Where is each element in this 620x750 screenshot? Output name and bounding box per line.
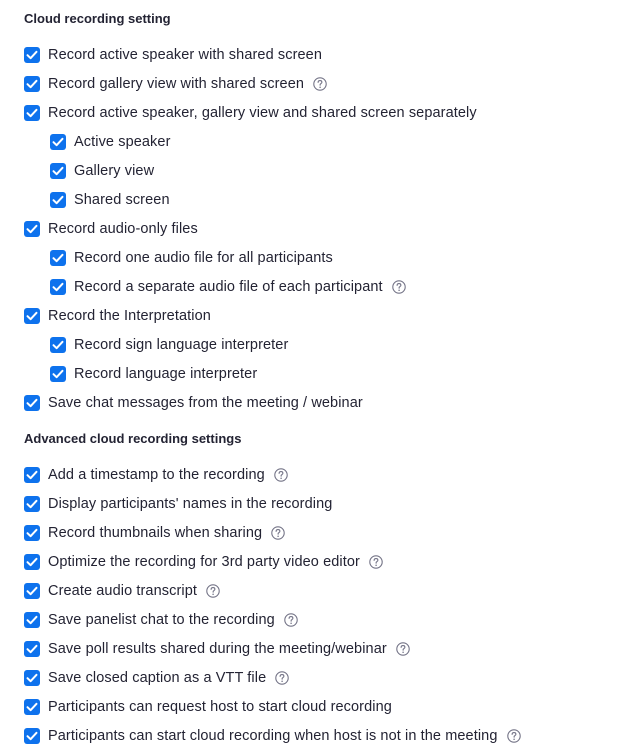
setting-row-separate-audio-file[interactable]: Record a separate audio file of each par… bbox=[50, 277, 406, 297]
setting-label: Participants can start cloud recording w… bbox=[48, 728, 498, 744]
checkbox[interactable] bbox=[50, 366, 66, 382]
checkbox[interactable] bbox=[24, 612, 40, 628]
setting-label: Save poll results shared during the meet… bbox=[48, 641, 387, 657]
checkbox[interactable] bbox=[50, 250, 66, 266]
setting-row-language-interpreter[interactable]: Record language interpreter bbox=[50, 364, 257, 384]
setting-row-record-active-speaker-shared-screen[interactable]: Record active speaker with shared screen bbox=[24, 45, 322, 65]
setting-row-save-panelist-chat[interactable]: Save panelist chat to the recording bbox=[24, 610, 298, 630]
checkbox[interactable] bbox=[24, 76, 40, 92]
setting-row-save-chat-messages[interactable]: Save chat messages from the meeting / we… bbox=[24, 393, 363, 413]
checkbox[interactable] bbox=[24, 641, 40, 657]
setting-row-display-participant-names[interactable]: Display participants' names in the recor… bbox=[24, 494, 332, 514]
setting-row-create-audio-transcript[interactable]: Create audio transcript bbox=[24, 581, 220, 601]
checkbox[interactable] bbox=[24, 467, 40, 483]
setting-label: Record sign language interpreter bbox=[74, 337, 289, 353]
setting-label: Record the Interpretation bbox=[48, 308, 211, 324]
setting-label: Record language interpreter bbox=[74, 366, 258, 382]
setting-row-sign-language-interpreter[interactable]: Record sign language interpreter bbox=[50, 335, 288, 355]
setting-row-shared-screen[interactable]: Shared screen bbox=[50, 190, 170, 210]
question-circle-icon[interactable] bbox=[369, 555, 383, 569]
setting-row-record-gallery-view-shared-screen[interactable]: Record gallery view with shared screen bbox=[24, 74, 327, 94]
checkbox[interactable] bbox=[24, 47, 40, 63]
section-title-advanced-cloud-recording: Advanced cloud recording settings bbox=[24, 431, 242, 446]
checkbox[interactable] bbox=[24, 728, 40, 744]
setting-row-record-audio-only[interactable]: Record audio-only files bbox=[24, 219, 198, 239]
setting-row-save-poll-results[interactable]: Save poll results shared during the meet… bbox=[24, 639, 410, 659]
setting-label: Save closed caption as a VTT file bbox=[48, 670, 267, 686]
checkbox[interactable] bbox=[24, 554, 40, 570]
checkbox[interactable] bbox=[50, 279, 66, 295]
setting-row-save-closed-caption[interactable]: Save closed caption as a VTT file bbox=[24, 668, 289, 688]
checkbox[interactable] bbox=[24, 496, 40, 512]
setting-row-optimize-third-party-editor[interactable]: Optimize the recording for 3rd party vid… bbox=[24, 552, 383, 572]
setting-label: Save panelist chat to the recording bbox=[48, 612, 275, 628]
checkbox[interactable] bbox=[24, 699, 40, 715]
question-circle-icon[interactable] bbox=[271, 526, 285, 540]
setting-label: Record gallery view with shared screen bbox=[48, 76, 305, 92]
setting-label: Add a timestamp to the recording bbox=[48, 467, 265, 483]
setting-label: Shared screen bbox=[74, 192, 170, 208]
setting-row-record-separately[interactable]: Record active speaker, gallery view and … bbox=[24, 103, 477, 123]
checkbox[interactable] bbox=[24, 105, 40, 121]
checkbox[interactable] bbox=[50, 163, 66, 179]
setting-label: Record thumbnails when sharing bbox=[48, 525, 263, 541]
checkbox[interactable] bbox=[50, 337, 66, 353]
setting-label: Active speaker bbox=[74, 134, 171, 150]
checkbox[interactable] bbox=[24, 221, 40, 237]
setting-label: Record active speaker, gallery view and … bbox=[48, 105, 477, 121]
setting-label: Optimize the recording for 3rd party vid… bbox=[48, 554, 360, 570]
setting-row-one-audio-file[interactable]: Record one audio file for all participan… bbox=[50, 248, 333, 268]
question-circle-icon[interactable] bbox=[396, 642, 410, 656]
setting-row-add-timestamp[interactable]: Add a timestamp to the recording bbox=[24, 465, 288, 485]
setting-row-record-thumbnails[interactable]: Record thumbnails when sharing bbox=[24, 523, 285, 543]
checkbox[interactable] bbox=[50, 192, 66, 208]
checkbox[interactable] bbox=[24, 583, 40, 599]
question-circle-icon[interactable] bbox=[206, 584, 220, 598]
setting-label: Save chat messages from the meeting / we… bbox=[48, 395, 363, 411]
setting-row-participants-start-without-host[interactable]: Participants can start cloud recording w… bbox=[24, 726, 521, 746]
setting-row-record-interpretation[interactable]: Record the Interpretation bbox=[24, 306, 211, 326]
setting-label: Participants can request host to start c… bbox=[48, 699, 392, 715]
setting-label: Record one audio file for all participan… bbox=[74, 250, 333, 266]
checkbox[interactable] bbox=[24, 525, 40, 541]
setting-row-active-speaker[interactable]: Active speaker bbox=[50, 132, 171, 152]
section-title-cloud-recording: Cloud recording setting bbox=[24, 11, 171, 26]
question-circle-icon[interactable] bbox=[284, 613, 298, 627]
question-circle-icon[interactable] bbox=[506, 729, 521, 743]
question-circle-icon[interactable] bbox=[275, 671, 289, 685]
setting-label: Record active speaker with shared screen bbox=[48, 47, 322, 63]
question-circle-icon[interactable] bbox=[391, 280, 406, 294]
question-circle-icon[interactable] bbox=[313, 77, 327, 91]
checkbox[interactable] bbox=[24, 395, 40, 411]
checkbox[interactable] bbox=[24, 670, 40, 686]
setting-row-gallery-view[interactable]: Gallery view bbox=[50, 161, 154, 181]
setting-row-participants-request-host[interactable]: Participants can request host to start c… bbox=[24, 697, 392, 717]
setting-label: Record audio-only files bbox=[48, 221, 198, 237]
setting-label: Gallery view bbox=[74, 163, 155, 179]
checkbox[interactable] bbox=[50, 134, 66, 150]
setting-label: Record a separate audio file of each par… bbox=[74, 279, 383, 295]
setting-label: Display participants' names in the recor… bbox=[48, 496, 333, 512]
question-circle-icon[interactable] bbox=[274, 468, 288, 482]
setting-label: Create audio transcript bbox=[48, 583, 197, 599]
checkbox[interactable] bbox=[24, 308, 40, 324]
